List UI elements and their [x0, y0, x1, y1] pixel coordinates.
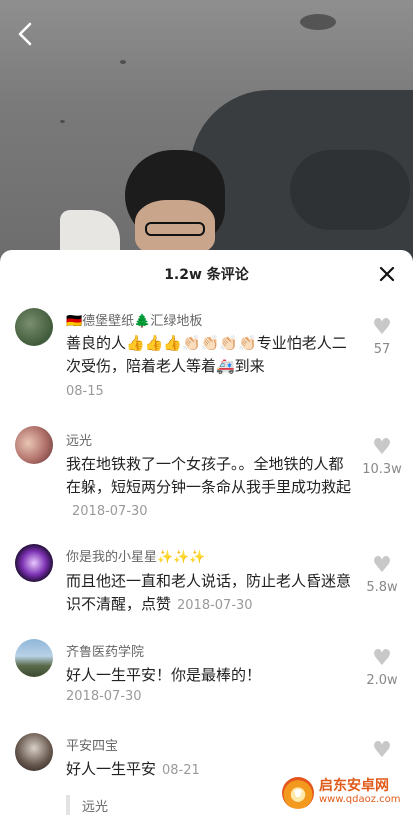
comment-username[interactable]: 远光	[66, 430, 92, 449]
road-speck	[120, 60, 126, 64]
comment-username[interactable]: 🇩🇪德堡壁纸🌲汇绿地板	[66, 310, 202, 329]
comments-title: 1.2w 条评论	[164, 267, 249, 283]
like-button[interactable]: ♥	[357, 739, 407, 763]
road-speck	[300, 14, 336, 30]
watermark-logo-icon	[282, 777, 314, 809]
comment-username[interactable]: 平安四宝	[66, 735, 118, 754]
avatar[interactable]	[15, 308, 53, 346]
like-button[interactable]: ♥ 10.3w	[357, 436, 407, 478]
comment-text[interactable]: 我在地铁救了一个女孩子。。全地铁的人都在躲，短短两分钟一条命从我手里成功救起 20…	[66, 453, 356, 523]
comment-text-body: 我在地铁救了一个女孩子。。全地铁的人都在躲，短短两分钟一条命从我手里成功救起	[66, 455, 352, 496]
like-button[interactable]: ♥ 57	[357, 316, 407, 358]
comment-date: 2018-07-30	[72, 504, 148, 519]
watermark-name: 启东安卓网	[319, 778, 389, 794]
video-person-glasses	[145, 222, 205, 236]
avatar[interactable]	[15, 544, 53, 582]
comment-text[interactable]: 而且他还一直和老人说话，防止老人昏迷意识不清醒，点赞 2018-07-30	[66, 570, 356, 617]
avatar[interactable]	[15, 426, 53, 464]
comment-date: 08-21	[162, 763, 200, 778]
heart-icon[interactable]: ♥	[357, 647, 407, 671]
comment-item: 你是我的小星星✨✨✨ 而且他还一直和老人说话，防止老人昏迷意识不清醒，点赞 201…	[0, 542, 413, 622]
close-icon[interactable]	[379, 262, 395, 286]
back-arrow-icon[interactable]	[12, 20, 40, 48]
watermark: 启东安卓网 www.qdaoz.com	[282, 776, 410, 810]
reply-username[interactable]: 远光	[82, 796, 108, 815]
comment-item: 远光 我在地铁救了一个女孩子。。全地铁的人都在躲，短短两分钟一条命从我手里成功救…	[0, 424, 413, 524]
comments-header: 1.2w 条评论	[0, 250, 413, 296]
watermark-text: 启东安卓网 www.qdaoz.com	[319, 779, 401, 807]
comment-text[interactable]: 善良的人👍👍👍👏🏻👏🏻👏🏻👏🏻专业怕老人二次受伤，陪着老人等着🚑到来	[66, 332, 356, 378]
like-button[interactable]: ♥ 5.8w	[357, 554, 407, 596]
video-frame[interactable]	[0, 0, 413, 262]
comment-date: 2018-07-30	[177, 598, 253, 613]
comment-text[interactable]: 好人一生平安！你是最棒的！	[66, 664, 356, 687]
comment-text-body: 好人一生平安	[66, 760, 157, 778]
avatar[interactable]	[15, 733, 53, 771]
comment-item: 🇩🇪德堡壁纸🌲汇绿地板 善良的人👍👍👍👏🏻👏🏻👏🏻👏🏻专业怕老人二次受伤，陪着老…	[0, 306, 413, 406]
comment-date: 08-15	[66, 384, 104, 399]
reply-divider	[66, 795, 70, 815]
road-speck	[60, 120, 65, 123]
comment-date: 2018-07-30	[66, 689, 142, 704]
like-count: 5.8w	[366, 580, 398, 595]
comment-username[interactable]: 齐鲁医药学院	[66, 641, 144, 660]
heart-icon[interactable]: ♥	[357, 436, 407, 460]
like-button[interactable]: ♥ 2.0w	[357, 647, 407, 689]
like-count: 57	[373, 342, 391, 357]
comment-username[interactable]: 你是我的小星星✨✨✨	[66, 546, 206, 565]
comment-item: 平安四宝 好人一生平安 08-21 ♥	[0, 731, 413, 781]
heart-icon[interactable]: ♥	[357, 739, 407, 763]
heart-icon[interactable]: ♥	[357, 554, 407, 578]
heart-icon[interactable]: ♥	[357, 316, 407, 340]
comment-item: 齐鲁医药学院 好人一生平安！你是最棒的！ 2018-07-30 ♥ 2.0w	[0, 637, 413, 717]
watermark-url: www.qdaoz.com	[319, 794, 401, 805]
like-count: 2.0w	[366, 673, 398, 688]
avatar[interactable]	[15, 639, 53, 677]
like-count: 10.3w	[362, 462, 402, 477]
video-person-arm	[290, 150, 410, 230]
